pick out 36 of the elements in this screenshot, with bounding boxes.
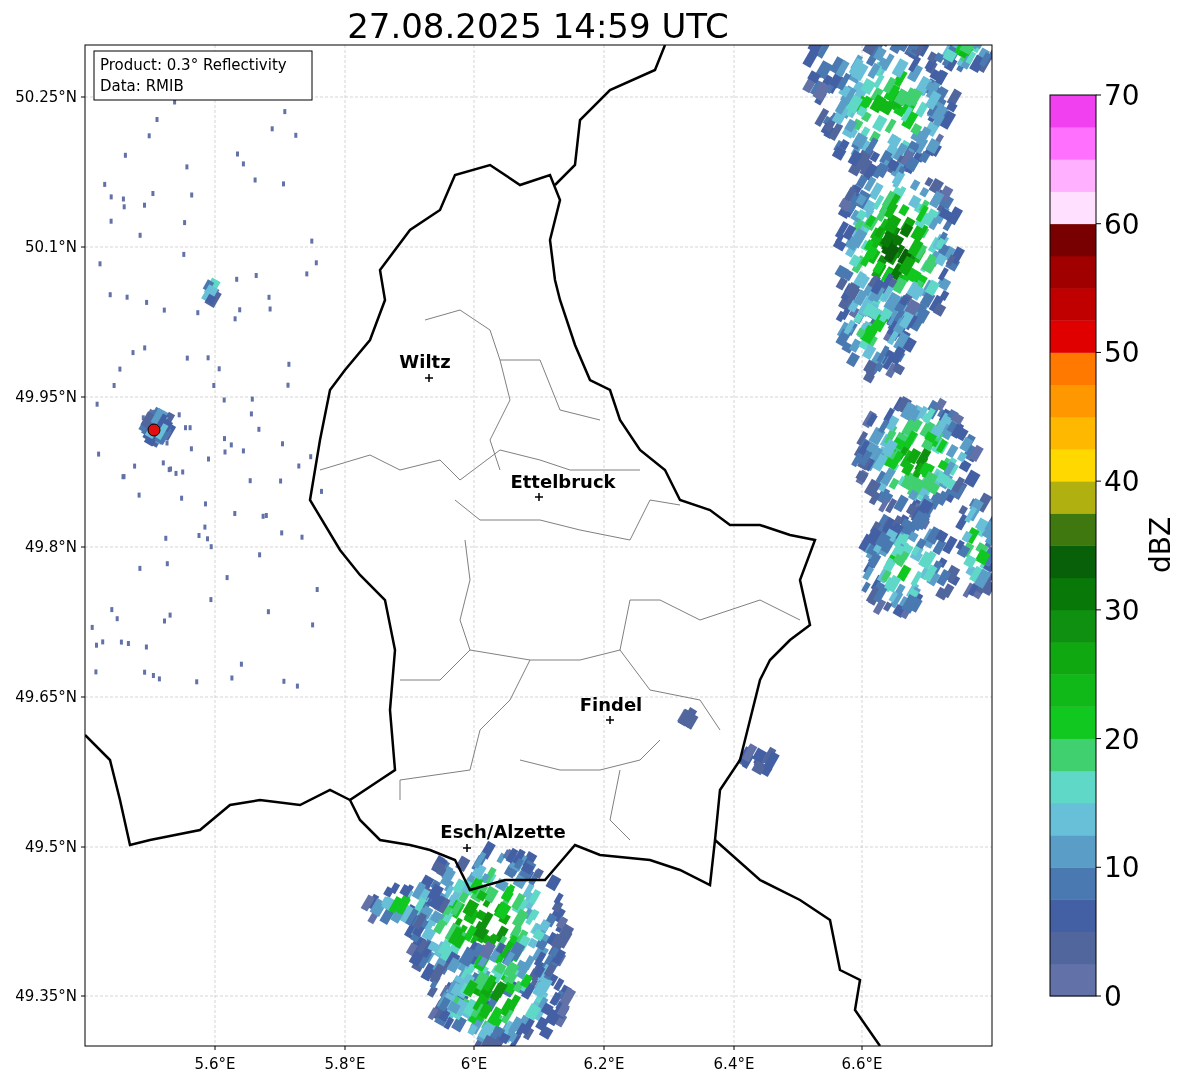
latitude-label: 49.5°N: [24, 838, 77, 856]
colorbar-tick-label: 60: [1104, 207, 1140, 241]
latitude-label: 49.8°N: [24, 538, 77, 556]
info-text: Product: 0.3° Reflectivity: [100, 56, 287, 74]
radar-echo: [677, 707, 699, 730]
latitude-label: 50.25°N: [15, 88, 77, 106]
latitude-label: 49.65°N: [15, 688, 77, 706]
latitude-label: 49.95°N: [15, 388, 77, 406]
city-marker-icon: [424, 373, 434, 383]
city-label: Esch/Alzette: [440, 821, 566, 842]
city-marker-icon: [462, 843, 472, 853]
colorbar-tick-label: 50: [1104, 336, 1140, 370]
city-label: Wiltz: [399, 351, 451, 372]
radar-echo: [737, 743, 780, 778]
colorbar-tick-label: 30: [1104, 593, 1140, 627]
info-text: Data: RMIB: [100, 77, 184, 95]
longitude-label: 6.4°E: [713, 1055, 755, 1073]
longitude-label: 6.6°E: [841, 1055, 883, 1073]
latitude-label: 50.1°N: [24, 238, 77, 256]
city-label: Findel: [579, 694, 643, 715]
colorbar-tick-label: 70: [1104, 79, 1140, 112]
longitude-label: 5.8°E: [324, 1055, 366, 1073]
colorbar-tick-label: 0: [1104, 980, 1122, 1013]
colorbar-tick-label: 10: [1104, 851, 1140, 885]
colorbar-tick-label: 20: [1104, 722, 1140, 756]
city-marker-icon: [605, 715, 615, 725]
colorbar-label: dBZ: [1144, 516, 1177, 574]
longitude-label: 6.2°E: [583, 1055, 625, 1073]
longitude-label: 6°E: [460, 1055, 488, 1073]
latitude-label: 49.35°N: [15, 987, 77, 1005]
chart-title: 27.08.2025 14:59 UTC: [347, 6, 729, 46]
colorbar-tick-label: 40: [1104, 465, 1140, 499]
radar-site-marker: [147, 423, 161, 437]
city-label: Ettelbruck: [510, 471, 616, 492]
longitude-label: 5.6°E: [194, 1055, 236, 1073]
city-marker-icon: [534, 492, 544, 502]
